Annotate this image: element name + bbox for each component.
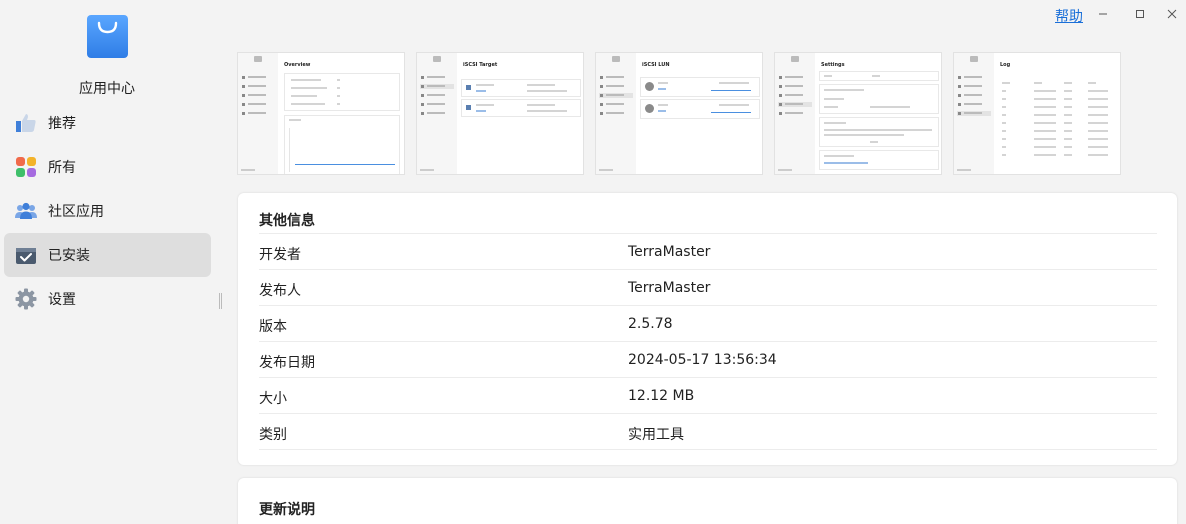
info-row-release-date: 发布日期 2024-05-17 13:56:34 xyxy=(259,342,1157,378)
screenshot-thumbnail[interactable]: Log xyxy=(953,52,1121,175)
sidebar: 应用中心 推荐 所有 社区应用 已安装 设置 xyxy=(0,0,222,524)
screenshot-title: Settings xyxy=(821,62,845,68)
section-title: 其他信息 xyxy=(259,213,315,229)
screenshot-title: iSCSI Target xyxy=(463,62,498,68)
info-row-size: 大小 12.12 MB xyxy=(259,378,1157,414)
installed-box-icon xyxy=(15,244,37,266)
info-label: 版本 xyxy=(259,319,287,335)
info-value: 12.12 MB xyxy=(628,388,695,404)
gear-icon xyxy=(15,288,37,310)
info-value: 2024-05-17 13:56:34 xyxy=(628,352,777,368)
info-label: 大小 xyxy=(259,391,287,407)
info-label: 发布人 xyxy=(259,283,301,299)
close-icon xyxy=(1167,9,1177,19)
sidebar-item-label: 推荐 xyxy=(48,116,76,132)
sidebar-resize-handle[interactable] xyxy=(219,293,222,309)
info-row-publisher: 发布人 TerraMaster xyxy=(259,270,1157,306)
info-label: 类别 xyxy=(259,427,287,443)
apps-grid-icon xyxy=(15,156,37,178)
sidebar-item-recommended[interactable]: 推荐 xyxy=(4,101,211,145)
help-link[interactable]: 帮助 xyxy=(1055,6,1083,26)
screenshot-title: Overview xyxy=(284,62,311,68)
app-title: 应用中心 xyxy=(79,81,135,97)
close-button[interactable] xyxy=(1162,4,1182,24)
minimize-button[interactable] xyxy=(1093,4,1113,24)
sidebar-item-label: 已安装 xyxy=(48,248,90,264)
maximize-button[interactable] xyxy=(1130,4,1150,24)
info-label: 开发者 xyxy=(259,247,301,263)
info-value: 2.5.78 xyxy=(628,316,673,332)
section-title: 更新说明 xyxy=(259,502,315,518)
screenshot-title: Log xyxy=(1000,62,1011,68)
info-value: TerraMaster xyxy=(628,280,711,296)
screenshot-title: iSCSI LUN xyxy=(642,62,670,68)
screenshot-thumbnail[interactable]: Settings xyxy=(774,52,942,175)
info-value: TerraMaster xyxy=(628,244,711,260)
info-value: 实用工具 xyxy=(628,427,684,443)
info-row-version: 版本 2.5.78 xyxy=(259,306,1157,342)
sidebar-item-settings[interactable]: 设置 xyxy=(4,277,211,321)
info-row-developer: 开发者 TerraMaster xyxy=(259,234,1157,270)
info-row-category: 类别 实用工具 xyxy=(259,414,1157,450)
community-icon xyxy=(15,200,37,222)
sidebar-item-installed[interactable]: 已安装 xyxy=(4,233,211,277)
sidebar-item-community[interactable]: 社区应用 xyxy=(4,189,211,233)
screenshot-thumbnail[interactable]: iSCSI LUN xyxy=(595,52,763,175)
screenshot-thumbnail[interactable]: iSCSI Target xyxy=(416,52,584,175)
sidebar-item-label: 所有 xyxy=(48,160,76,176)
screenshot-thumbnail[interactable]: Overview xyxy=(237,52,405,175)
info-label: 发布日期 xyxy=(259,355,315,371)
sidebar-item-label: 社区应用 xyxy=(48,204,104,220)
minimize-icon xyxy=(1099,13,1107,15)
other-info-card: 其他信息 开发者 TerraMaster 发布人 TerraMaster 版本 … xyxy=(238,193,1177,465)
sidebar-item-all[interactable]: 所有 xyxy=(4,145,211,189)
sidebar-item-label: 设置 xyxy=(48,292,76,308)
thumbs-up-icon xyxy=(15,112,37,134)
maximize-icon xyxy=(1136,10,1144,18)
app-center-logo-icon xyxy=(87,15,128,58)
release-notes-card: 更新说明 xyxy=(238,478,1177,524)
